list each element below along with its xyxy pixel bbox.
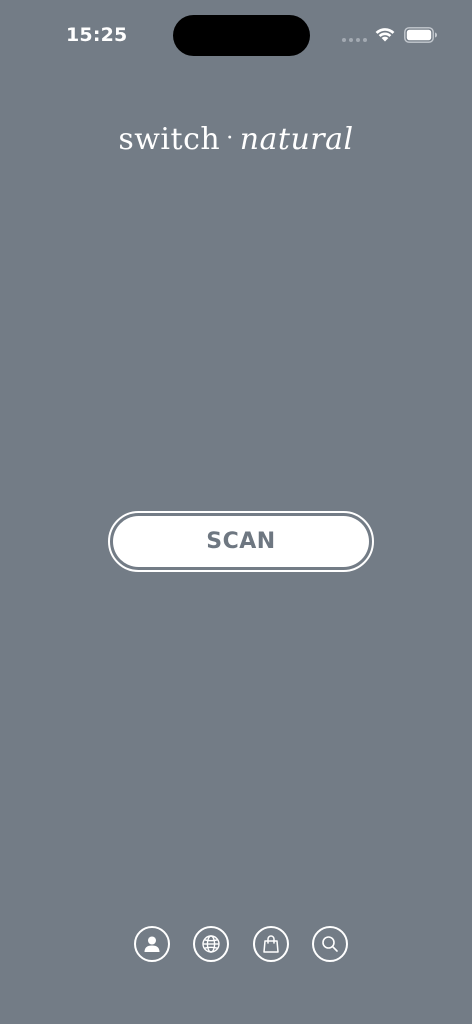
globe-icon <box>202 935 221 953</box>
globe-button[interactable] <box>193 926 230 962</box>
scan-button[interactable]: SCAN <box>113 516 369 567</box>
scan-button-outline: SCAN <box>108 511 374 572</box>
battery-icon <box>404 27 437 43</box>
shopping-bag-icon <box>262 935 279 953</box>
search-icon <box>322 936 338 952</box>
person-icon <box>144 936 160 952</box>
wifi-icon <box>375 28 395 42</box>
profile-button[interactable] <box>134 926 170 962</box>
shop-button[interactable] <box>252 926 289 962</box>
dynamic-island <box>173 15 310 56</box>
brand-logo: switch · natural <box>0 122 472 157</box>
status-bar: 15:25 <box>0 0 472 70</box>
bottom-nav <box>134 926 348 968</box>
status-time: 15:25 <box>66 24 128 46</box>
search-button[interactable] <box>311 926 348 962</box>
logo-separator: · <box>226 126 234 151</box>
cellular-signal-icon <box>342 38 368 44</box>
logo-word-natural: natural <box>239 122 354 157</box>
logo-word-switch: switch <box>118 122 221 157</box>
